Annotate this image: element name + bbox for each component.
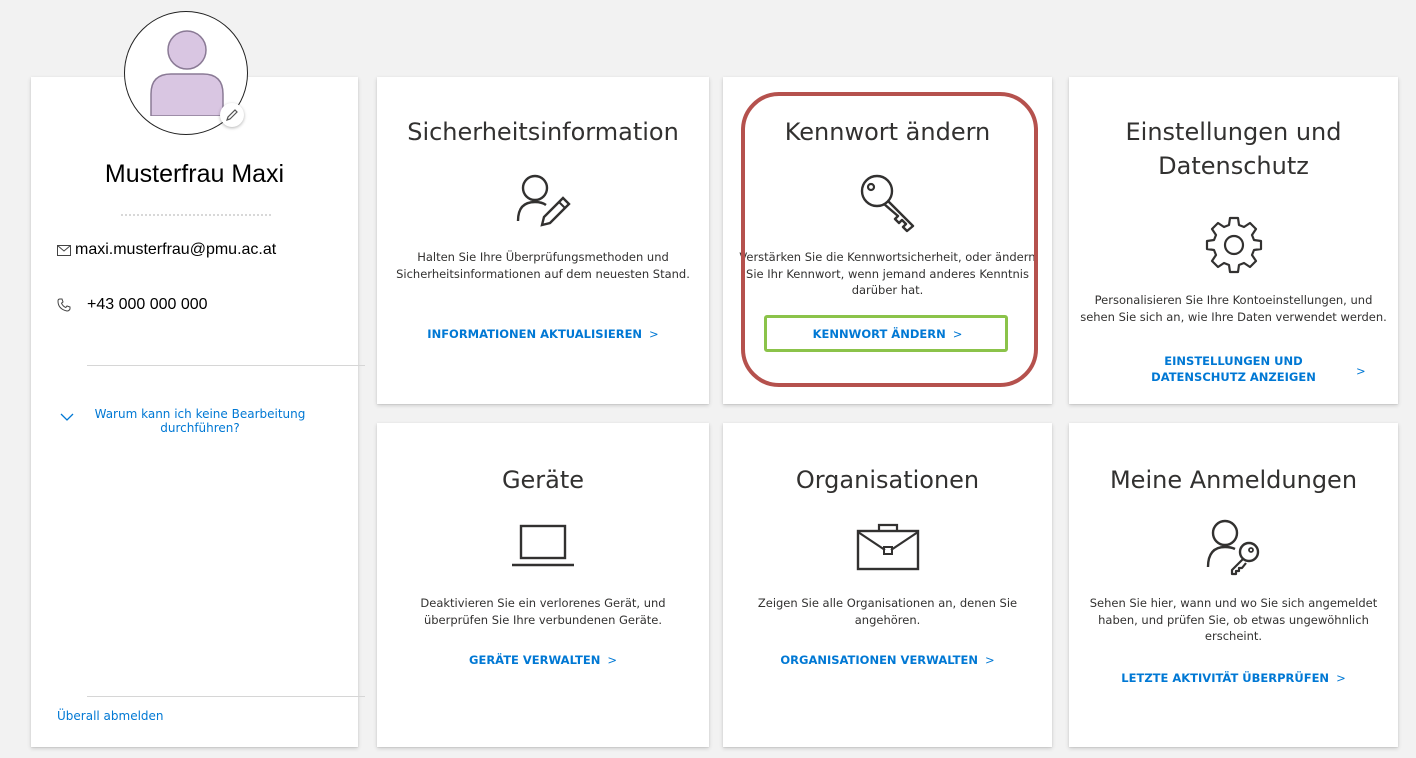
- why-cant-edit-link[interactable]: Warum kann ich keine Bearbeitung durchfü…: [90, 407, 310, 435]
- sign-out-everywhere-link[interactable]: Überall abmelden: [57, 709, 164, 723]
- pencil-icon: [226, 109, 238, 121]
- tile-security-info: Sicherheitsinformation Halten Sie Ihre Ü…: [377, 77, 709, 404]
- chevron-down-icon: [60, 413, 74, 421]
- laptop-icon: [512, 524, 574, 567]
- edit-avatar-button[interactable]: [220, 103, 244, 127]
- chevron-right-icon: >: [1356, 364, 1366, 378]
- tile-title: Geräte: [501, 466, 585, 494]
- manage-devices-link[interactable]: GERÄTE VERWALTEN >: [377, 652, 709, 668]
- profile-name: Musterfrau Maxi: [104, 160, 285, 188]
- tile-settings-privacy: Einstellungen und Datenschutz Personalis…: [1069, 77, 1398, 404]
- tile-description: Sehen Sie hier, wann und wo Sie sich ang…: [1089, 596, 1378, 643]
- user-key-icon: [1206, 519, 1259, 576]
- tile-devices: Geräte Deaktivieren Sie ein verlorenes G…: [377, 423, 709, 747]
- tile-description: Personalisieren Sie Ihre Kontoeinstellun…: [1080, 293, 1387, 324]
- show-settings-link[interactable]: EINSTELLUNGEN UND DATENSCHUTZ ANZEIGEN: [1069, 353, 1398, 385]
- phone-text: +43 000 000 000: [87, 296, 208, 313]
- tile-title: Sicherheitsinformation: [407, 118, 679, 146]
- tile-organizations: Organisationen Zeigen Sie alle Organisat…: [723, 423, 1052, 747]
- gear-icon: [1205, 216, 1262, 274]
- tile-title: Organisationen: [795, 466, 980, 494]
- email-text: maxi.musterfrau@pmu.ac.at: [75, 241, 277, 258]
- tile-description: Halten Sie Ihre Überprüfungsmethoden und…: [396, 250, 690, 281]
- divider: [87, 696, 365, 697]
- redacted-line: [121, 214, 271, 216]
- highlight-box-password-link: [764, 315, 1008, 352]
- tile-my-signins: Meine Anmeldungen Sehen Sie hier, wann u…: [1069, 423, 1398, 747]
- divider: [87, 365, 365, 366]
- tile-title: Meine Anmeldungen: [1109, 466, 1358, 494]
- review-recent-activity-link[interactable]: LETZTE AKTIVITÄT ÜBERPRÜFEN >: [1069, 670, 1398, 686]
- tile-description: Deaktivieren Sie ein verlorenes Gerät, u…: [420, 596, 666, 627]
- tile-title: Einstellungen und Datenschutz: [1125, 118, 1342, 180]
- tile-description: Zeigen Sie alle Organisationen an, denen…: [757, 596, 1018, 627]
- update-info-link[interactable]: INFORMATIONEN AKTUALISIEREN >: [377, 326, 709, 342]
- why-cant-edit-toggle[interactable]: Warum kann ich keine Bearbeitung durchfü…: [60, 407, 330, 435]
- user-edit-icon: [516, 174, 571, 227]
- phone-icon: [57, 298, 71, 312]
- email-row: maxi.musterfrau@pmu.ac.at: [57, 241, 276, 259]
- manage-organizations-link[interactable]: ORGANISATIONEN VERWALTEN >: [723, 652, 1052, 668]
- person-avatar-icon: [150, 30, 224, 116]
- briefcase-icon: [856, 523, 919, 571]
- phone-row: +43 000 000 000: [57, 296, 208, 314]
- mail-icon: [57, 244, 71, 256]
